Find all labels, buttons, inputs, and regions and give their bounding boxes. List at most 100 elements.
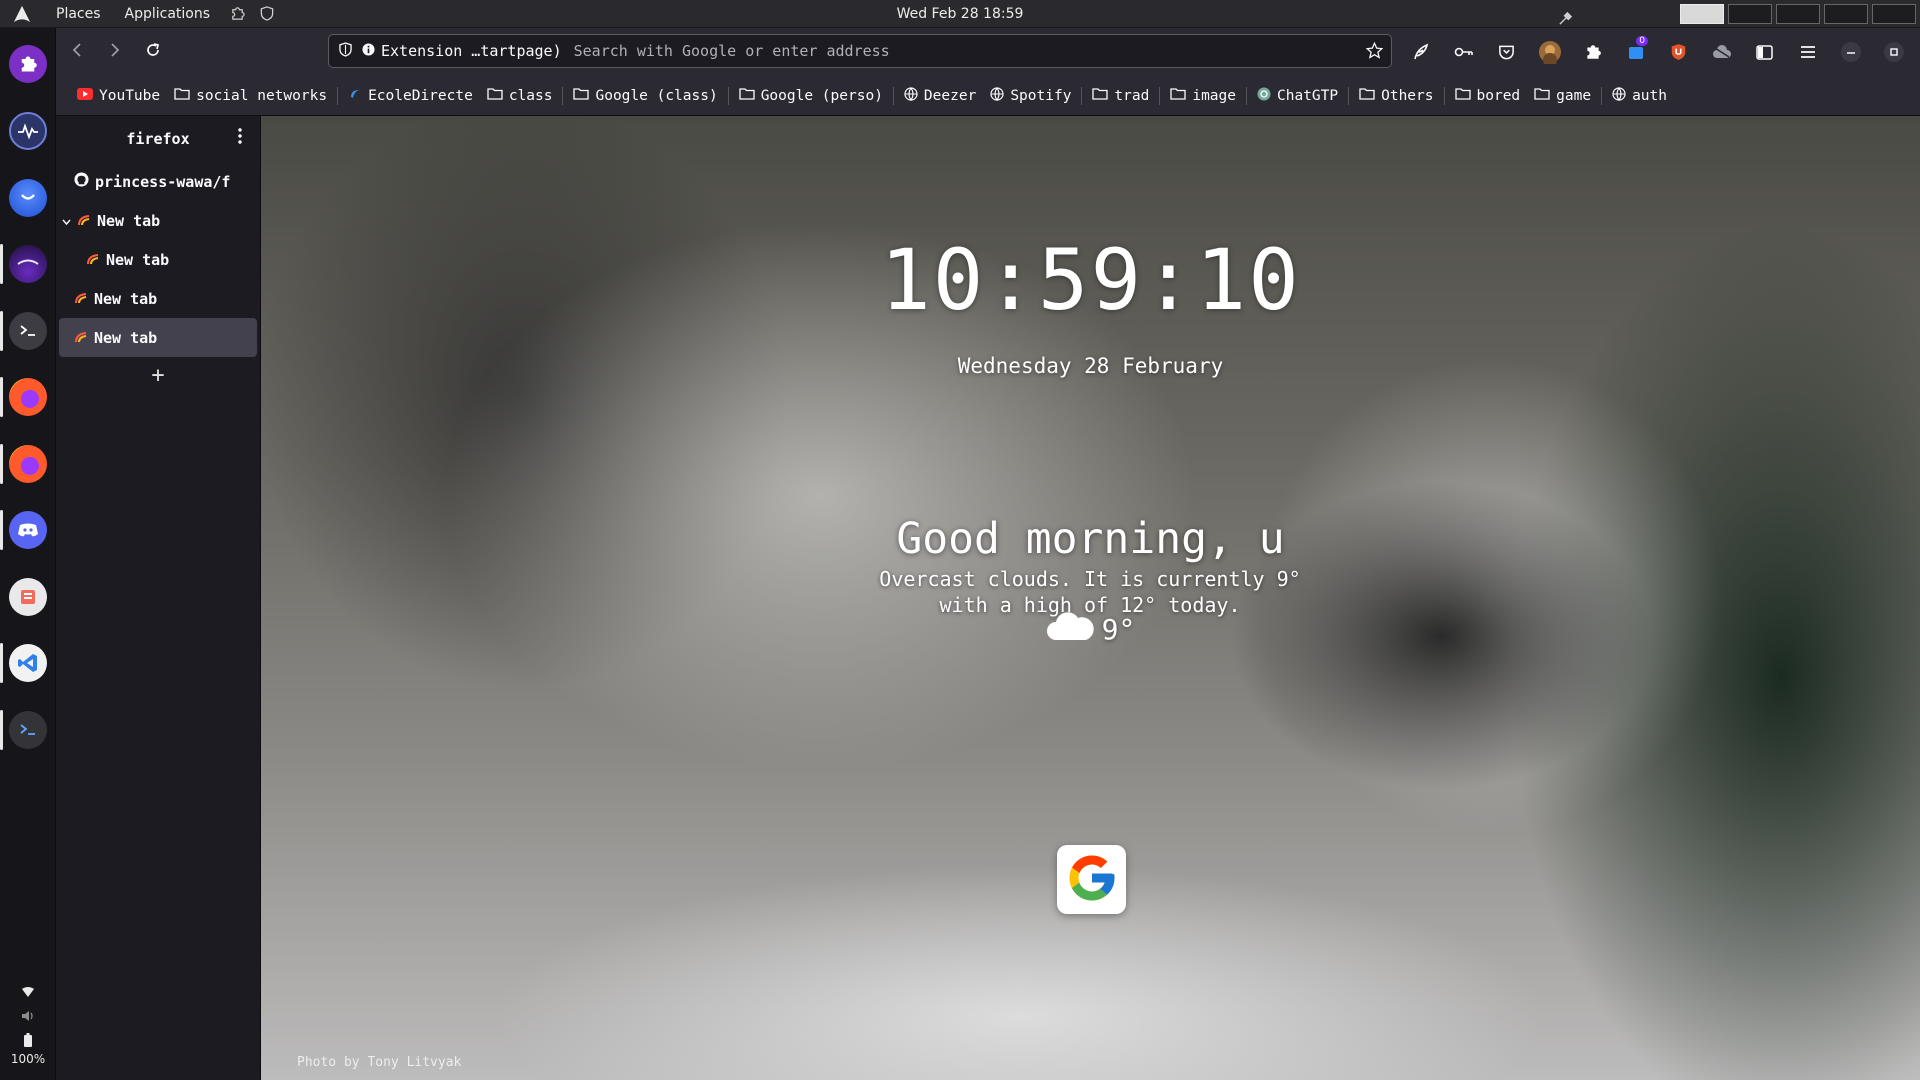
bookmarks-toolbar: YouTube social networks EcoleDirecte cla… [56, 76, 1920, 116]
pocket-icon[interactable] [1486, 32, 1527, 72]
applications-menu[interactable]: Applications [113, 0, 223, 28]
dock-firefox-app-2[interactable] [0, 436, 56, 492]
bookmark-youtube[interactable]: YouTube [70, 82, 167, 110]
kebab-menu-icon[interactable] [238, 128, 242, 148]
bookmark-folder-bored[interactable]: bored [1448, 82, 1528, 110]
bookmark-separator [1348, 86, 1350, 105]
dock-firefox-nightly-app[interactable] [0, 170, 56, 226]
weather-line-1: Overcast clouds. It is currently 9° [879, 567, 1301, 591]
dock-status-area: 100% [0, 980, 56, 1066]
bookmark-folder-google-class[interactable]: Google (class) [566, 82, 724, 110]
bookmark-folder-game[interactable]: game [1527, 82, 1598, 110]
bookmark-ecoledirecte[interactable]: EcoleDirecte [341, 82, 480, 110]
maximize-icon[interactable] [1873, 32, 1914, 72]
bookmark-label: social networks [196, 87, 328, 104]
greeting-text: Good morning, u [896, 514, 1285, 564]
workspace-4[interactable] [1824, 4, 1868, 24]
firefox-icon [9, 445, 47, 483]
sidebar-toggle-icon[interactable] [1744, 32, 1785, 72]
ublock-icon[interactable] [1658, 32, 1699, 72]
bookmark-label: Google (class) [595, 87, 718, 104]
forward-button[interactable] [96, 33, 134, 71]
tab-label: princess-wawa/f [95, 172, 231, 191]
panel-clock[interactable]: Wed Feb 28 18:59 [897, 6, 1024, 22]
tab-github[interactable]: princess-wawa/f [56, 162, 260, 201]
new-tab-button[interactable]: + [56, 357, 260, 393]
dock-extensions-app[interactable] [0, 36, 56, 92]
dock-firefox-dev-app[interactable] [0, 236, 56, 292]
rainbow-newtab-icon [74, 290, 88, 308]
key-icon[interactable] [1443, 32, 1484, 72]
bookmark-spotify[interactable]: Spotify [983, 82, 1078, 110]
workspace-1[interactable] [1680, 4, 1724, 24]
bookmark-folder-trad[interactable]: trad [1085, 82, 1156, 110]
bookmark-star-icon[interactable] [1365, 41, 1384, 63]
notification-badge: 0 [1636, 36, 1648, 46]
firefox-nightly-icon [9, 179, 47, 217]
dock-firefox-app[interactable] [0, 369, 56, 425]
google-shortcut[interactable] [1057, 845, 1126, 914]
shield-icon[interactable] [252, 0, 282, 28]
wifi-icon[interactable] [0, 980, 56, 1004]
dock-discord-app[interactable] [0, 502, 56, 558]
dock-system-monitor-app[interactable] [0, 103, 56, 159]
tab-new-tab-child[interactable]: New tab [56, 240, 260, 279]
back-button[interactable] [58, 33, 96, 71]
arch-logo-icon[interactable] [0, 0, 44, 28]
running-indicator [0, 244, 3, 284]
top-panel: Places Applications Wed Feb 28 18:59 [0, 0, 1920, 28]
places-menu[interactable]: Places [44, 0, 113, 28]
bookmark-auth[interactable]: auth [1605, 82, 1674, 110]
close-icon[interactable] [1916, 32, 1920, 72]
running-indicator [0, 710, 3, 750]
bookmark-label: ChatGTP [1277, 87, 1339, 104]
volume-icon[interactable] [0, 1004, 56, 1028]
tab-new-tab-parent[interactable]: New tab [56, 201, 260, 240]
bookmark-separator [1601, 86, 1603, 105]
bookmark-folder-image[interactable]: image [1163, 82, 1243, 110]
puzzle-icon [9, 45, 47, 83]
tab-new-tab-3[interactable]: New tab [56, 279, 260, 318]
url-bar[interactable]: Extension …tartpage) Search with Google … [328, 34, 1392, 68]
bookmark-separator [562, 86, 564, 105]
extension-puzzle-icon[interactable] [222, 0, 252, 28]
dock-terminal-app-2[interactable] [0, 702, 56, 758]
workspace-3[interactable] [1776, 4, 1820, 24]
workspace-5[interactable] [1872, 4, 1916, 24]
youtube-icon [77, 87, 93, 104]
bookmark-chatgpt[interactable]: ChatGTP [1250, 82, 1345, 110]
address-input-placeholder[interactable]: Search with Google or enter address [574, 42, 890, 60]
extensions-icon[interactable] [1572, 32, 1613, 72]
workspace-2[interactable] [1728, 4, 1772, 24]
site-identity-button[interactable]: Extension …tartpage) [352, 42, 574, 60]
tab-label: New tab [97, 211, 161, 230]
bookmark-deezer[interactable]: Deezer [897, 82, 983, 110]
cloud-icon [1046, 610, 1094, 649]
account-avatar-icon[interactable] [1529, 32, 1570, 72]
chevron-down-icon[interactable] [62, 212, 71, 230]
dock-vscodium-app[interactable] [0, 635, 56, 691]
feather-icon[interactable] [1400, 32, 1441, 72]
bookmark-folder-class[interactable]: class [480, 82, 560, 110]
bookmark-folder-others[interactable]: Others [1352, 82, 1440, 110]
tab-label: New tab [94, 289, 158, 308]
cloud-sync-icon[interactable] [1701, 32, 1742, 72]
bookmark-separator [337, 86, 339, 105]
notification-icon[interactable]: 0 [1615, 32, 1656, 72]
folder-icon [1359, 87, 1375, 104]
tab-new-tab-active[interactable]: New tab [59, 318, 257, 357]
bookmark-label: class [508, 87, 553, 104]
bookmark-folder-social-networks[interactable]: social networks [167, 82, 334, 110]
tracking-shield-icon[interactable] [329, 41, 352, 61]
dock-software-app[interactable] [0, 569, 56, 625]
running-indicator [0, 311, 3, 351]
photo-credit[interactable]: Photo by Tony Litvyak [297, 1055, 461, 1070]
battery-icon[interactable] [0, 1028, 56, 1052]
tab-sidebar: firefox princess-wawa/f New tab New tab … [56, 116, 261, 1080]
current-temperature: 9° [1101, 613, 1136, 646]
dock-terminal-app[interactable] [0, 303, 56, 359]
reload-button[interactable] [134, 33, 172, 71]
minimize-icon[interactable] [1830, 32, 1871, 72]
bookmark-folder-google-perso[interactable]: Google (perso) [732, 82, 890, 110]
app-menu-icon[interactable] [1787, 32, 1828, 72]
